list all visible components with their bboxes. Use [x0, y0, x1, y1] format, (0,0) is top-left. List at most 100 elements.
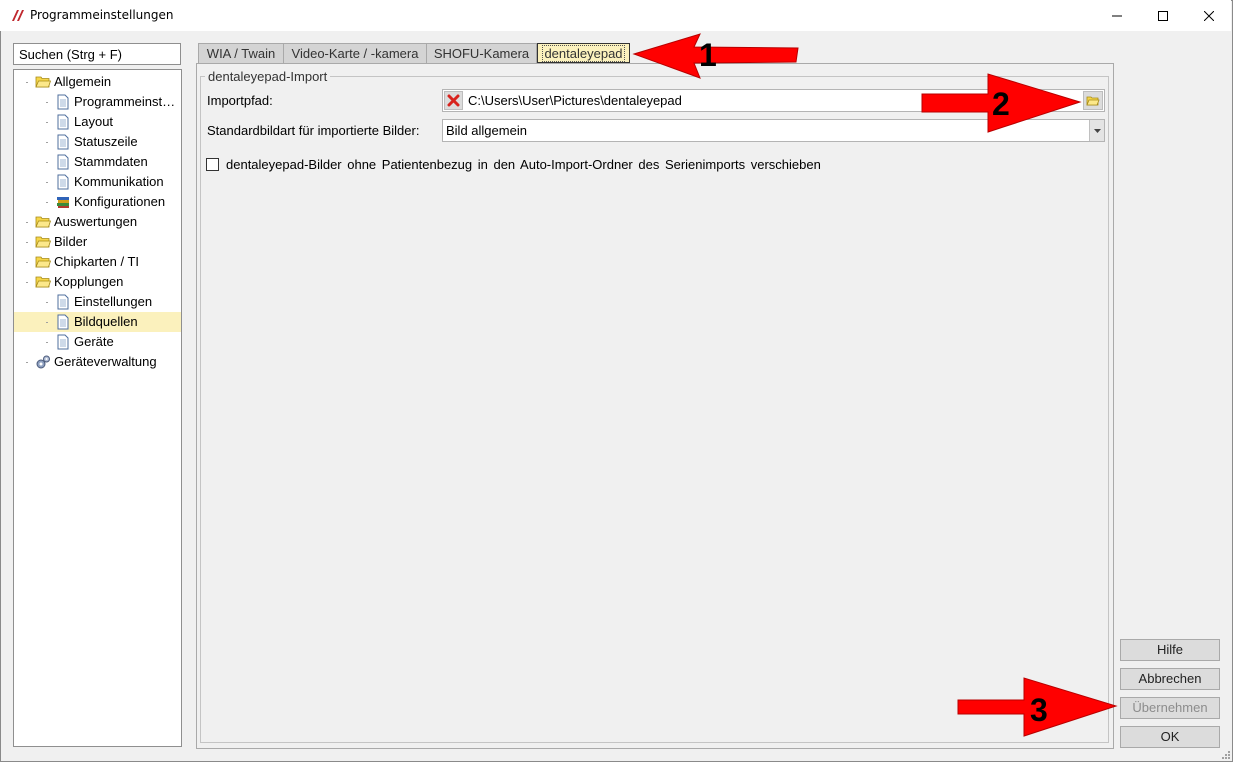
apply-button[interactable]: Übernehmen — [1120, 697, 1220, 719]
books-icon — [55, 194, 71, 210]
tree-item-label: Bildquellen — [74, 314, 138, 329]
tree-connector — [26, 222, 28, 223]
dropdown-caret — [1093, 128, 1101, 133]
tree-connector — [46, 202, 48, 203]
page-icon — [55, 174, 71, 190]
default-image-type-value: Bild allgemein — [446, 123, 527, 138]
tree-item-label: Programmeinst… — [74, 94, 176, 109]
tree-item-label: Kopplungen — [54, 274, 124, 289]
folder-icon — [35, 234, 52, 250]
page-icon — [55, 334, 71, 350]
ok-button[interactable]: OK — [1120, 726, 1220, 748]
page-icon — [55, 294, 71, 310]
tree-item-geräteverwaltung[interactable]: Geräteverwaltung — [14, 352, 181, 372]
tree-item-auswertungen[interactable]: Auswertungen — [14, 212, 181, 232]
tree-item-statuszeile[interactable]: Statuszeile — [14, 132, 181, 152]
tree-item-kommunikation[interactable]: Kommunikation — [14, 172, 181, 192]
tab-shofu-kamera[interactable]: SHOFU-Kamera — [426, 43, 537, 63]
tree-connector — [46, 322, 48, 323]
annotation-number-1: 1 — [699, 37, 717, 73]
gears-icon — [35, 354, 51, 370]
clear-path-button[interactable] — [444, 91, 463, 110]
tree-connector — [26, 262, 28, 263]
group-title: dentaleyepad-Import — [205, 69, 331, 84]
tree-item-allgemein[interactable]: Allgemein — [14, 72, 181, 92]
tab-label: WIA / Twain — [206, 46, 276, 61]
tree-connector — [26, 282, 28, 283]
tree-item-label: Konfigurationen — [74, 194, 166, 209]
cancel-button[interactable]: Abbrechen — [1120, 668, 1220, 690]
maximize-icon — [1158, 10, 1168, 21]
tab-video-karte[interactable]: Video-Karte / -kamera — [283, 43, 427, 63]
close-icon — [1204, 10, 1214, 21]
tree-item-label: Statuszeile — [74, 134, 138, 149]
move-images-checkbox[interactable] — [206, 158, 219, 171]
tree-item-stammdaten[interactable]: Stammdaten — [14, 152, 181, 172]
move-images-checkbox-label: dentaleyepad-Bilder ohne Patientenbezug … — [226, 157, 821, 172]
tree-item-geräte[interactable]: Geräte — [14, 332, 181, 352]
browse-folder-button[interactable] — [1083, 91, 1103, 110]
tree-connector — [46, 302, 48, 303]
help-button[interactable]: Hilfe — [1120, 639, 1220, 661]
page-icon — [55, 134, 71, 150]
tree-item-programmeinst[interactable]: Programmeinst… — [14, 92, 181, 112]
tab-label: SHOFU-Kamera — [433, 46, 530, 61]
tree-connector — [46, 102, 48, 103]
settings-tree: Allgemein Programmeinst… Layout Statuszeile… — [13, 69, 182, 747]
dropdown-arrow-icon[interactable] — [1089, 120, 1104, 141]
annotation-number-2: 2 — [992, 86, 1010, 122]
tab-label: dentaleyepad — [542, 45, 625, 62]
app-logo-icon — [12, 10, 24, 21]
maximize-button[interactable] — [1140, 0, 1186, 31]
title-bar: Programmeinstellungen — [0, 0, 1231, 31]
import-path-value: C:\Users\User\Pictures\dentaleyepad — [468, 93, 682, 108]
tree-item-label: Layout — [74, 114, 114, 129]
tab-wia-twain[interactable]: WIA / Twain — [198, 43, 284, 63]
tree-item-label: Allgemein — [54, 74, 112, 89]
tree-connector — [46, 142, 48, 143]
tree-item-bildquellen[interactable]: Bildquellen — [14, 312, 181, 332]
tree-item-label: Bilder — [54, 234, 88, 249]
tree-connector — [26, 362, 28, 363]
resize-grip-icon[interactable] — [1219, 748, 1231, 760]
minimize-icon — [1112, 15, 1122, 16]
tree-connector — [46, 162, 48, 163]
import-path-label: Importpfad: — [207, 93, 273, 108]
tree-item-einstellungen[interactable]: Einstellungen — [14, 292, 181, 312]
page-icon — [55, 114, 71, 130]
search-input[interactable]: Suchen (Strg + F) — [13, 43, 181, 65]
folder-icon — [35, 74, 52, 90]
tree-item-bilder[interactable]: Bilder — [14, 232, 181, 252]
page-icon — [55, 314, 71, 330]
default-image-type-label: Standardbildart für importierte Bilder: — [207, 123, 420, 138]
folder-icon — [35, 214, 52, 230]
tree-connector — [46, 122, 48, 123]
tree-item-konfigurationen[interactable]: Konfigurationen — [14, 192, 181, 212]
annotation-number-3: 3 — [1030, 692, 1048, 728]
tab-dentaleyepad[interactable]: dentaleyepad — [537, 43, 630, 63]
close-button[interactable] — [1186, 0, 1232, 31]
tree-item-label: Kommunikation — [74, 174, 164, 189]
page-icon — [55, 154, 71, 170]
tree-connector — [26, 242, 28, 243]
folder-icon — [35, 254, 52, 270]
group-box — [200, 76, 1109, 743]
red-x-icon — [447, 94, 460, 107]
tree-item-kopplungen[interactable]: Kopplungen — [14, 272, 181, 292]
tree-item-label: Chipkarten / TI — [54, 254, 140, 269]
folder-icon — [35, 274, 52, 290]
minimize-button[interactable] — [1094, 0, 1140, 31]
tree-item-layout[interactable]: Layout — [14, 112, 181, 132]
tree-item-label: Geräteverwaltung — [54, 354, 157, 369]
tree-item-label: Stammdaten — [74, 154, 148, 169]
tree-item-chipkarten-ti[interactable]: Chipkarten / TI — [14, 252, 181, 272]
page-icon — [55, 94, 71, 110]
folder-icon — [1086, 96, 1100, 105]
tab-label: Video-Karte / -kamera — [291, 46, 419, 61]
tree-connector — [26, 82, 28, 83]
tree-connector — [46, 342, 48, 343]
tree-item-label: Auswertungen — [54, 214, 138, 229]
tree-connector — [46, 182, 48, 183]
tree-item-label: Geräte — [74, 334, 114, 349]
window-title: Programmeinstellungen — [30, 8, 174, 22]
